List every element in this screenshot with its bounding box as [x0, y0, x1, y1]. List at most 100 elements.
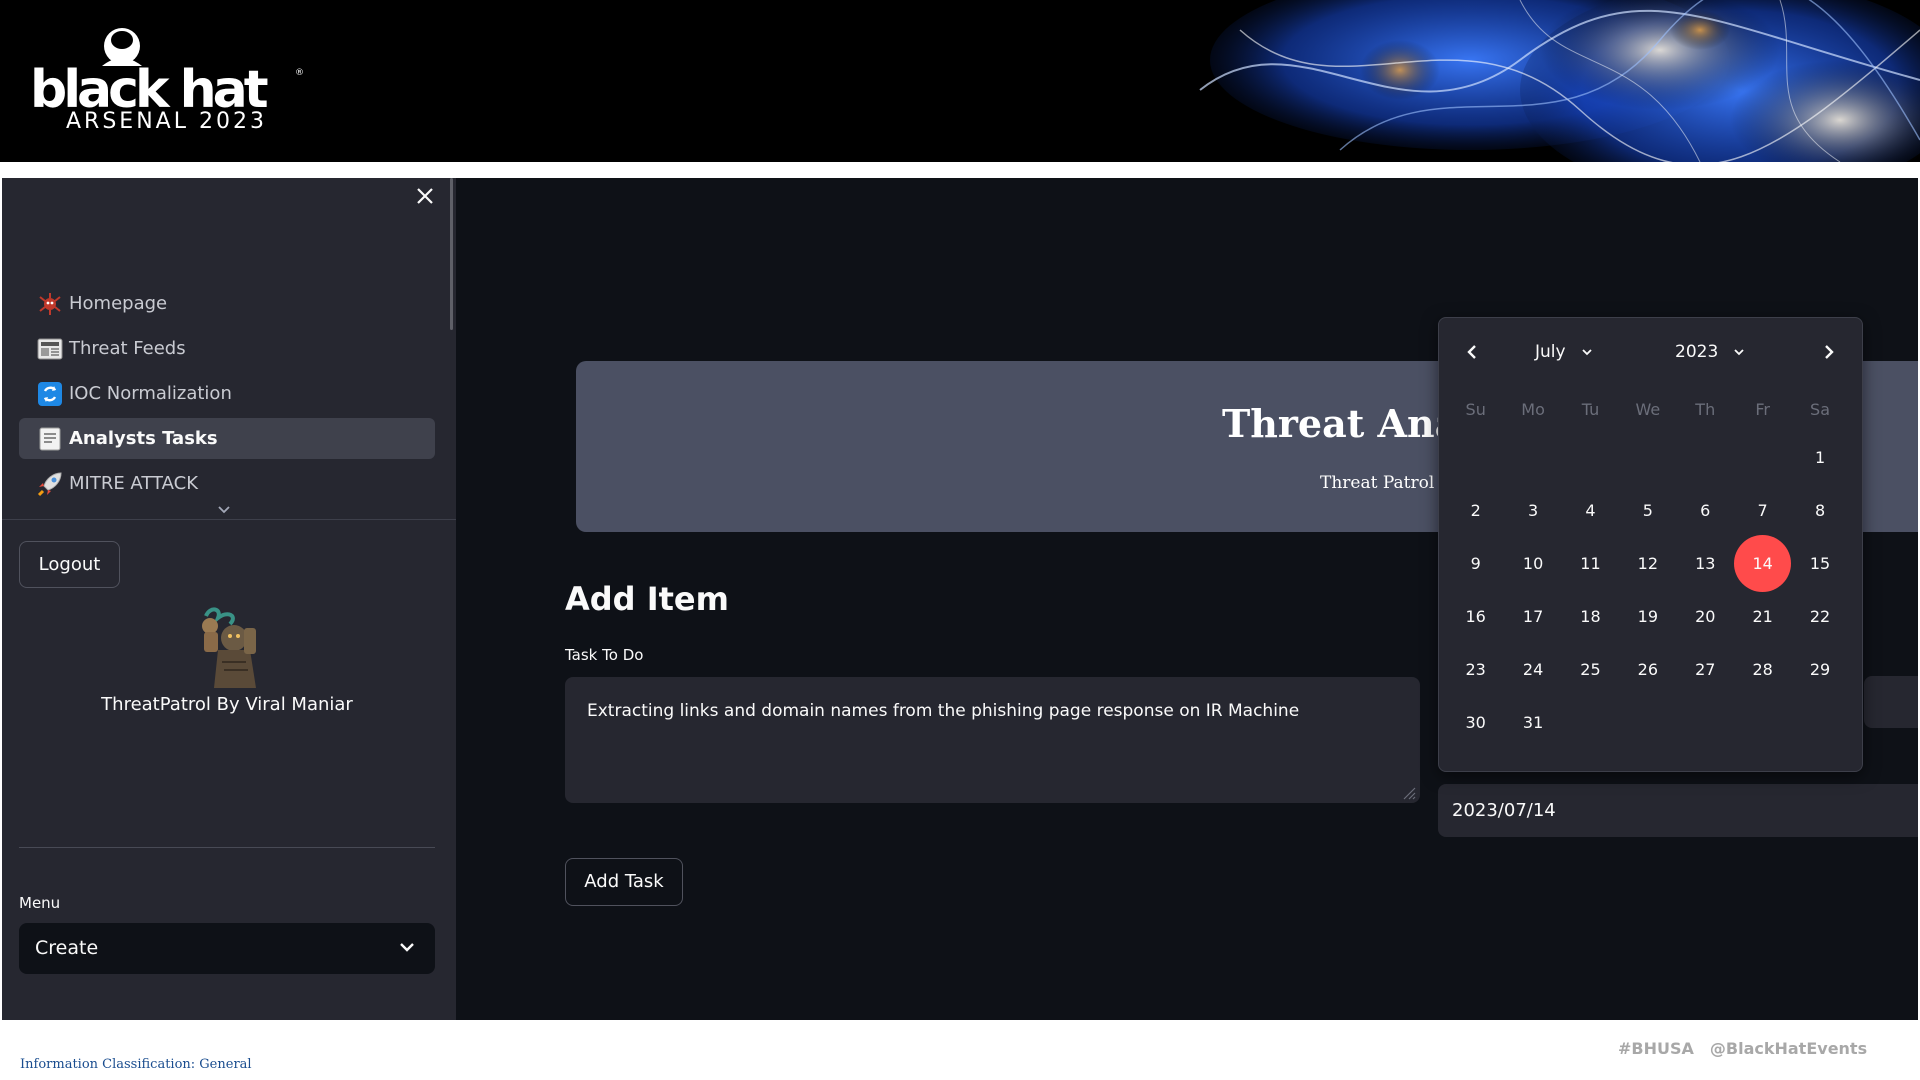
avatar: [188, 606, 266, 688]
calendar-cell: 17: [1504, 590, 1561, 643]
calendar-cell: 2: [1447, 484, 1504, 537]
calendar-day[interactable]: 9: [1447, 535, 1504, 592]
calendar-day[interactable]: 10: [1505, 535, 1562, 592]
year-select-value: 2023: [1675, 342, 1719, 362]
expand-nav-button[interactable]: [218, 503, 230, 518]
calendar-cell: 5: [1619, 484, 1676, 537]
calendar-cell: [1562, 696, 1619, 749]
task-to-do-textarea[interactable]: Extracting links and domain names from t…: [565, 677, 1420, 803]
calendar-day[interactable]: 1: [1792, 429, 1849, 486]
calendar-cell: [1619, 431, 1676, 484]
calendar-day-grid: 1 2 3 4 5 6 7 8 9 10 11 12 13 14 15 16 17 18 19 20 21 22 23 24 2…: [1447, 431, 1849, 749]
sidebar-item-label: Threat Feeds: [69, 338, 186, 359]
menu-label: Menu: [19, 894, 61, 912]
calendar-day[interactable]: 4: [1562, 482, 1619, 539]
calendar-day[interactable]: 23: [1447, 641, 1504, 698]
calendar-header: July 2023: [1439, 318, 1862, 392]
calendar-week-row: 23 24 25 26 27 28 29: [1447, 643, 1849, 696]
rocket-icon: [36, 470, 63, 497]
calendar-cell: 3: [1504, 484, 1561, 537]
calendar-day[interactable]: 8: [1792, 482, 1849, 539]
calendar-day[interactable]: 5: [1619, 482, 1676, 539]
sidebar-item-mitre-attack[interactable]: MITRE ATTACK: [19, 463, 435, 504]
calendar-day[interactable]: 18: [1562, 588, 1619, 645]
sidebar-item-label: Homepage: [69, 293, 168, 314]
year-select[interactable]: 2023: [1675, 338, 1746, 366]
sidebar-scrollbar[interactable]: [450, 178, 453, 330]
calendar-cell: 21: [1734, 590, 1791, 643]
month-select[interactable]: July: [1535, 338, 1594, 366]
calendar-weekday: Sa: [1810, 400, 1831, 419]
avatar-caption: ThreatPatrol By Viral Maniar: [101, 694, 353, 715]
calendar-day[interactable]: 28: [1734, 641, 1791, 698]
calendar-cell: 12: [1619, 537, 1676, 590]
calendar-day[interactable]: 17: [1505, 588, 1562, 645]
sidebar-item-analysts-tasks[interactable]: Analysts Tasks: [19, 418, 435, 459]
sidebar-divider: [19, 847, 435, 848]
calendar-day[interactable]: 31: [1505, 694, 1562, 751]
chevron-down-icon: [218, 506, 230, 514]
sidebar-item-label: Analysts Tasks: [69, 428, 218, 449]
calendar-week-row: 1: [1447, 431, 1849, 484]
add-task-button[interactable]: Add Task: [565, 858, 683, 906]
arrows-cycle-icon: [36, 380, 63, 407]
calendar-day[interactable]: 22: [1792, 588, 1849, 645]
calendar-weekday: Tu: [1581, 400, 1600, 419]
calendar-day[interactable]: 11: [1562, 535, 1619, 592]
calendar-cell: 15: [1791, 537, 1848, 590]
calendar-day[interactable]: 30: [1447, 694, 1504, 751]
calendar-day[interactable]: 26: [1619, 641, 1676, 698]
menu-select[interactable]: Create: [19, 923, 435, 974]
calendar-cell: 22: [1791, 590, 1848, 643]
calendar-cell: 13: [1677, 537, 1734, 590]
add-item-heading: Add Item: [565, 580, 729, 618]
classification-label: Information Classification: General: [20, 1057, 252, 1072]
calendar-day[interactable]: 25: [1562, 641, 1619, 698]
calendar-cell: 28: [1734, 643, 1791, 696]
calendar-day[interactable]: 24: [1505, 641, 1562, 698]
calendar-day[interactable]: 19: [1619, 588, 1676, 645]
calendar-day-selected[interactable]: 14: [1734, 535, 1792, 592]
calendar-day[interactable]: 2: [1447, 482, 1504, 539]
calendar-day[interactable]: 7: [1734, 482, 1791, 539]
sidebar-item-homepage[interactable]: Homepage: [19, 283, 435, 324]
calendar-day[interactable]: 3: [1505, 482, 1562, 539]
calendar-day[interactable]: 21: [1734, 588, 1791, 645]
calendar-day[interactable]: 20: [1677, 588, 1734, 645]
calendar-day[interactable]: 12: [1619, 535, 1676, 592]
sidebar-item-ioc-normalization[interactable]: IOC Normalization: [19, 373, 435, 414]
event-banner: black hat ® ARSENAL 2023: [0, 0, 1920, 162]
calendar-cell: 1: [1791, 431, 1848, 484]
smoke-artwork: [1140, 0, 1920, 162]
calendar-cell: [1677, 431, 1734, 484]
virus-icon: [36, 290, 63, 317]
sidebar-item-label: IOC Normalization: [69, 383, 232, 404]
sidebar-item-threat-feeds[interactable]: Threat Feeds: [19, 328, 435, 369]
close-sidebar-button[interactable]: [411, 182, 439, 210]
resize-handle-icon[interactable]: [1402, 786, 1416, 800]
calendar-day[interactable]: 6: [1677, 482, 1734, 539]
previous-month-button[interactable]: [1458, 338, 1486, 366]
calendar-day[interactable]: 16: [1447, 588, 1504, 645]
calendar-day[interactable]: 29: [1792, 641, 1849, 698]
calendar-day[interactable]: 13: [1677, 535, 1734, 592]
event-handle: @BlackHatEvents: [1709, 1039, 1868, 1058]
calendar-day[interactable]: 27: [1677, 641, 1734, 698]
calendar-cell: 4: [1562, 484, 1619, 537]
nav-divider: [2, 519, 456, 520]
logout-button[interactable]: Logout: [19, 541, 120, 588]
calendar-weekday: Th: [1695, 400, 1716, 419]
next-month-button[interactable]: [1815, 338, 1843, 366]
priority-input[interactable]: [1864, 676, 1918, 728]
calendar-cell: [1734, 431, 1791, 484]
streamlit-app: Homepage Threat Feeds IOC Normalization …: [2, 178, 1918, 1020]
due-date-input[interactable]: 2023/07/14: [1438, 784, 1918, 837]
calendar-cell: [1619, 696, 1676, 749]
chevron-left-icon: [1467, 345, 1476, 359]
calendar-cell: 18: [1562, 590, 1619, 643]
calendar-cell: [1562, 431, 1619, 484]
calendar-week-row: 2345678: [1447, 484, 1849, 537]
blackhat-logo: black hat ® ARSENAL 2023: [30, 26, 310, 136]
calendar-day[interactable]: 15: [1792, 535, 1849, 592]
calendar-cell: 23: [1447, 643, 1504, 696]
